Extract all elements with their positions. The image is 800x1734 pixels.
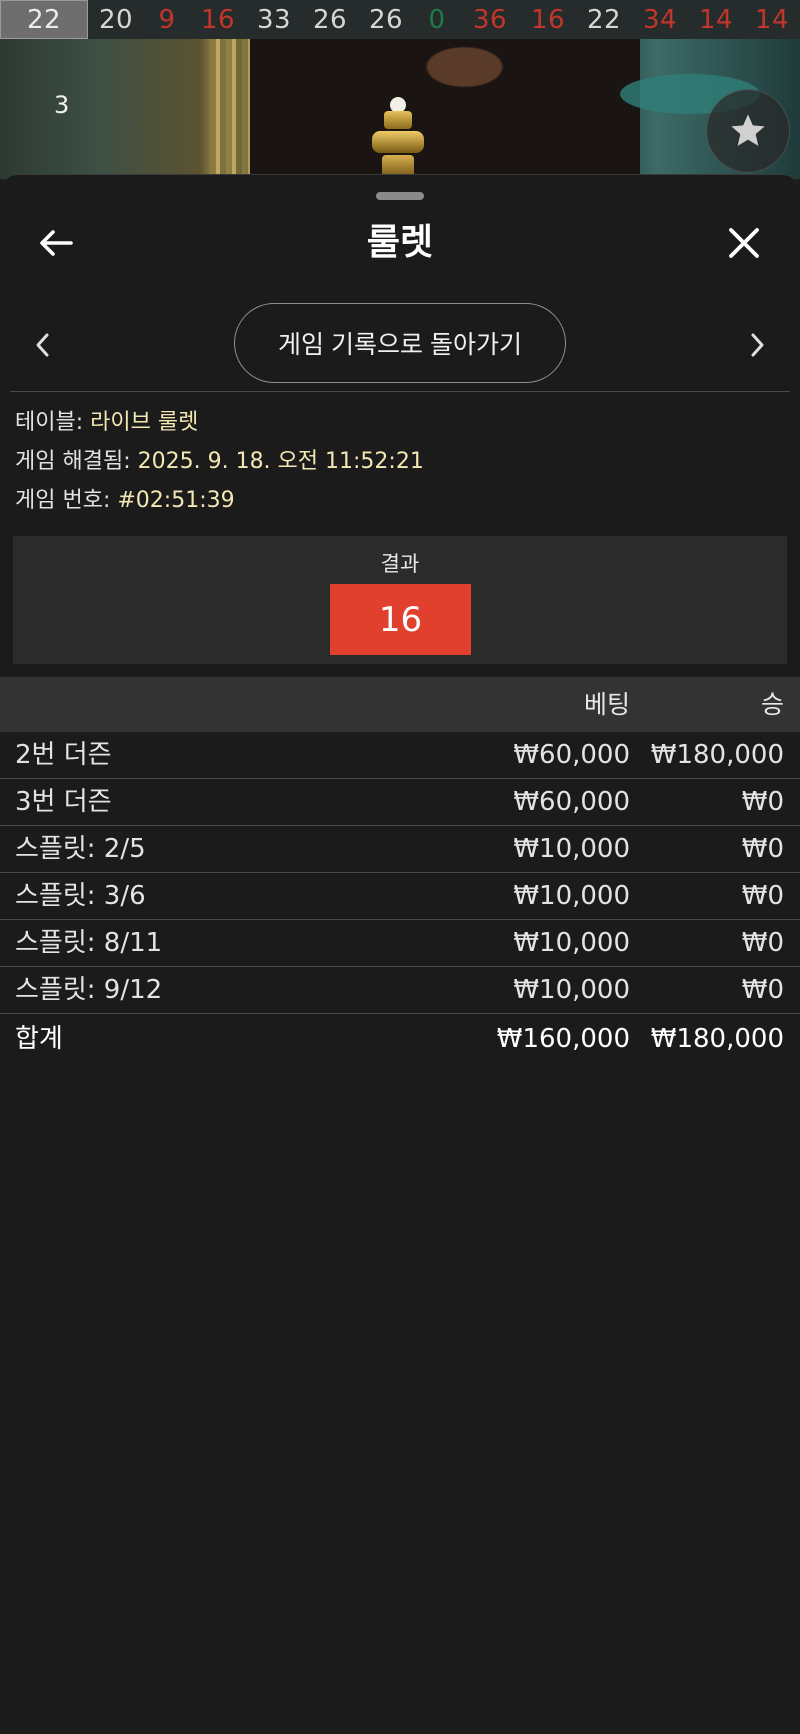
recent-result-number: 22 (0, 0, 88, 39)
back-button[interactable] (30, 217, 82, 269)
bets-table-header: 베팅 승 (0, 677, 800, 732)
info-table-row: 테이블: 라이브 룰렛 (15, 408, 198, 438)
recent-result-number: 26 (312, 4, 348, 35)
win-amount: ₩0 (741, 787, 784, 817)
total-win: ₩180,000 (650, 1024, 784, 1054)
recent-results-strip: 22 20 9 16 33 26 26 0 36 16 22 34 14 14 (0, 0, 800, 39)
close-icon (729, 228, 759, 258)
back-to-history-button[interactable]: 게임 기록으로 돌아가기 (234, 303, 566, 383)
info-resolved-row: 게임 해결됨: 2025. 9. 18. 오전 11:52:21 (15, 447, 424, 477)
recent-result-number: 34 (642, 4, 678, 35)
recent-result-number: 33 (256, 4, 292, 35)
sheet-grabber[interactable] (376, 192, 424, 200)
bet-name: 스플릿: 3/6 (15, 881, 146, 911)
total-row: 합계 ₩160,000 ₩180,000 (0, 1016, 800, 1063)
info-label: 게임 해결됨: (15, 449, 131, 474)
bet-name: 2번 더즌 (15, 740, 112, 770)
win-amount: ₩0 (741, 834, 784, 864)
bet-row: 스플릿: 2/5 ₩10,000 ₩0 (0, 826, 800, 873)
recent-result-number: 36 (472, 4, 508, 35)
game-detail-sheet: 룰렛 게임 기록으로 돌아가기 테이블: 라이브 룰렛 게임 해결됨: 2025… (0, 174, 800, 1734)
previous-game-button[interactable] (22, 317, 62, 373)
recent-result-number: 9 (158, 4, 176, 35)
bet-row: 스플릿: 8/11 ₩10,000 ₩0 (0, 920, 800, 967)
bet-amount: ₩10,000 (513, 975, 630, 1005)
result-panel: 결과 16 (13, 536, 787, 664)
bet-amount: ₩60,000 (513, 787, 630, 817)
dealer-image (250, 39, 640, 179)
recent-result-number: 26 (368, 4, 404, 35)
favorite-button[interactable] (706, 89, 790, 173)
page-title: 룰렛 (366, 222, 434, 263)
recent-result-number: 16 (530, 4, 566, 35)
win-amount: ₩0 (741, 975, 784, 1005)
bet-name: 스플릿: 9/12 (15, 975, 163, 1005)
bet-row: 3번 더즌 ₩60,000 ₩0 (0, 779, 800, 826)
info-label: 게임 번호: (15, 488, 111, 513)
next-game-button[interactable] (738, 317, 778, 373)
column-header-win: 승 (760, 690, 784, 719)
live-video: 3 (0, 39, 800, 179)
win-amount: ₩0 (741, 881, 784, 911)
bet-name: 스플릿: 2/5 (15, 834, 146, 864)
bet-row: 2번 더즌 ₩60,000 ₩180,000 (0, 732, 800, 779)
bet-amount: ₩10,000 (513, 928, 630, 958)
info-value-table: 라이브 룰렛 (90, 410, 199, 435)
recent-result-number: 0 (428, 4, 446, 35)
total-bet: ₩160,000 (496, 1024, 630, 1054)
result-title: 결과 (380, 552, 420, 576)
chevron-left-icon (36, 333, 49, 357)
arrow-left-icon (40, 230, 73, 256)
recent-result-number: 14 (754, 4, 790, 35)
recent-result-number: 14 (698, 4, 734, 35)
info-game-number-row: 게임 번호: #02:51:39 (15, 486, 235, 516)
video-side-label: 3 (54, 91, 70, 119)
info-value-game-number: #02:51:39 (117, 488, 235, 513)
close-button[interactable] (718, 217, 770, 269)
total-label: 합계 (15, 1024, 63, 1054)
recent-result-number: 20 (98, 4, 134, 35)
column-header-bet: 베팅 (583, 690, 630, 719)
bet-row: 스플릿: 9/12 ₩10,000 ₩0 (0, 967, 800, 1014)
bet-amount: ₩10,000 (513, 881, 630, 911)
star-icon (731, 114, 765, 146)
result-number: 16 (330, 584, 471, 655)
win-amount: ₩180,000 (650, 740, 784, 770)
roulette-turret (372, 97, 424, 179)
recent-result-number: 16 (200, 4, 236, 35)
info-label: 테이블: (15, 410, 84, 435)
bet-amount: ₩60,000 (513, 740, 630, 770)
bet-name: 스플릿: 8/11 (15, 928, 163, 958)
divider (10, 391, 790, 392)
bet-row: 스플릿: 3/6 ₩10,000 ₩0 (0, 873, 800, 920)
recent-result-number: 22 (586, 4, 622, 35)
info-value-resolved: 2025. 9. 18. 오전 11:52:21 (137, 449, 424, 474)
chevron-right-icon (751, 333, 764, 357)
bet-amount: ₩10,000 (513, 834, 630, 864)
bet-name: 3번 더즌 (15, 787, 112, 817)
win-amount: ₩0 (741, 928, 784, 958)
